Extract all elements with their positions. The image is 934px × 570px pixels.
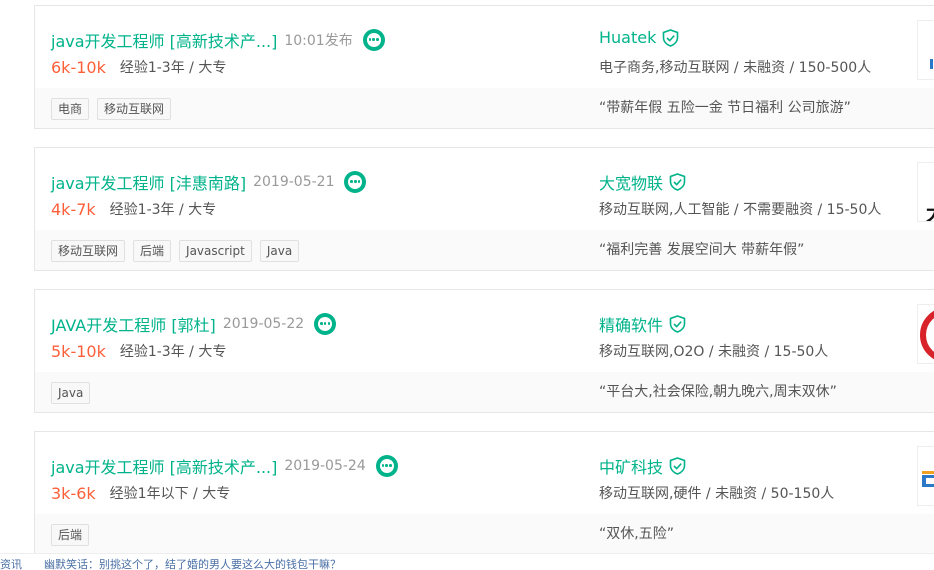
job-requirement: 经验1-3年 / 大专	[119, 344, 227, 360]
job-card[interactable]: JAVA开发工程师 [郭杜] 2019-05-22 5k-10k 经验1-3年 …	[34, 289, 934, 413]
job-requirement: 经验1-3年 / 大专	[119, 60, 227, 76]
job-tag[interactable]: 移动互联网	[51, 240, 126, 262]
salary: 4k-7k	[51, 199, 96, 219]
chat-icon[interactable]	[362, 29, 385, 51]
salary-row: 3k-6k 经验1年以下 / 大专	[51, 483, 230, 503]
job-post-date: 2019-05-24	[284, 458, 366, 474]
job-tags: Java	[51, 382, 91, 404]
company-benefits: “平台大,社会保险,朝九晚六,周末双休”	[599, 384, 837, 400]
job-post-date: 2019-05-22	[222, 316, 305, 332]
verified-shield-icon	[669, 457, 686, 475]
chat-icon[interactable]	[314, 313, 337, 335]
job-card[interactable]: java开发工程师 [高新技术产...] 10:01发布 6k-10k 经验1-…	[34, 5, 934, 129]
news-ticker: 资讯 幽默笑话：别挑这个了，结了婚的男人要这么大的钱包干嘛？	[0, 553, 934, 570]
job-tag[interactable]: 移动互联网	[97, 98, 172, 120]
job-post-date: 10:01发布	[284, 33, 353, 49]
company-benefits: “带薪年假 五险一金 节日福利 公司旅游”	[599, 100, 851, 116]
job-title-row: JAVA开发工程师 [郭杜] 2019-05-22	[51, 312, 337, 336]
salary-row: 6k-10k 经验1-3年 / 大专	[51, 57, 226, 77]
company-info: 移动互联网,O2O / 未融资 / 15-50人	[599, 344, 829, 360]
job-top: java开发工程师 [沣惠南路] 2019-05-21 4k-7k 经验1-3年…	[35, 148, 934, 230]
job-title-link[interactable]: java开发工程师 [高新技术产...]	[51, 28, 277, 52]
job-title-row: java开发工程师 [沣惠南路] 2019-05-21	[51, 170, 367, 194]
ticker-label[interactable]: 资讯	[0, 556, 22, 570]
job-card[interactable]: java开发工程师 [高新技术产...] 2019-05-24 3k-6k 经验…	[34, 431, 934, 555]
job-bottom: Java “平台大,社会保险,朝九晚六,周末双休”	[35, 372, 934, 412]
job-tag[interactable]: 电商	[51, 98, 90, 120]
verified-shield-icon	[663, 28, 679, 47]
ticker-headline-link[interactable]: 幽默笑话：别挑这个了，结了婚的男人要这么大的钱包干嘛？	[44, 556, 341, 570]
company-logo-image	[920, 310, 934, 360]
job-tags: 电商 移动互联网	[51, 98, 172, 120]
chat-icon[interactable]	[375, 455, 398, 477]
job-post-date: 2019-05-21	[253, 174, 335, 190]
company-info: 移动互联网,人工智能 / 不需要融资 / 15-50人	[599, 202, 882, 218]
salary: 6k-10k	[51, 57, 106, 77]
job-top: java开发工程师 [高新技术产...] 10:01发布 6k-10k 经验1-…	[35, 6, 934, 88]
company-name-row: Huatek	[599, 28, 679, 47]
company-logo-text: 大	[926, 197, 934, 221]
company-info: 移动互联网,硬件 / 未融资 / 50-150人	[599, 486, 835, 502]
verified-shield-icon	[669, 173, 686, 191]
job-card[interactable]: java开发工程师 [沣惠南路] 2019-05-21 4k-7k 经验1-3年…	[34, 147, 934, 271]
job-requirement: 经验1年以下 / 大专	[109, 486, 231, 502]
job-title-link[interactable]: java开发工程师 [沣惠南路]	[51, 170, 246, 194]
company-name-link[interactable]: Huatek	[599, 28, 656, 47]
company-name-link[interactable]: 中矿科技	[599, 454, 663, 478]
job-bottom: 后端 “双休,五险”	[35, 514, 934, 554]
company-logo[interactable]	[917, 304, 934, 364]
company-name-link[interactable]: 大宽物联	[599, 170, 663, 194]
company-name-row: 大宽物联	[599, 170, 686, 194]
job-tag[interactable]: Java	[259, 240, 300, 262]
company-logo-image	[922, 471, 934, 487]
salary: 5k-10k	[51, 341, 106, 361]
company-name-link[interactable]: 精确软件	[599, 312, 663, 336]
company-logo[interactable]	[917, 446, 934, 506]
verified-shield-icon	[669, 315, 686, 333]
company-benefits: “双休,五险”	[599, 526, 674, 542]
job-requirement: 经验1-3年 / 大专	[109, 202, 217, 218]
salary-row: 4k-7k 经验1-3年 / 大专	[51, 199, 216, 219]
job-title-row: java开发工程师 [高新技术产...] 10:01发布	[51, 28, 385, 52]
company-name-row: 精确软件	[599, 312, 686, 336]
job-bottom: 移动互联网 后端 Javascript Java “福利完善 发展空间大 带薪年…	[35, 230, 934, 270]
chat-icon[interactable]	[344, 171, 367, 193]
job-top: java开发工程师 [高新技术产...] 2019-05-24 3k-6k 经验…	[35, 432, 934, 514]
job-title-link[interactable]: java开发工程师 [高新技术产...]	[51, 454, 277, 478]
job-tag[interactable]: Javascript	[179, 240, 252, 262]
job-top: JAVA开发工程师 [郭杜] 2019-05-22 5k-10k 经验1-3年 …	[35, 290, 934, 372]
salary-row: 5k-10k 经验1-3年 / 大专	[51, 341, 226, 361]
job-title-link[interactable]: JAVA开发工程师 [郭杜]	[51, 312, 216, 336]
job-tag[interactable]: 后端	[133, 240, 172, 262]
job-tag[interactable]: 后端	[51, 524, 90, 546]
job-tag[interactable]: Java	[51, 382, 91, 404]
company-logo[interactable]	[917, 20, 934, 80]
company-info: 电子商务,移动互联网 / 未融资 / 150-500人	[599, 60, 872, 76]
company-name-row: 中矿科技	[599, 454, 686, 478]
company-logo[interactable]: 大	[917, 162, 934, 222]
job-title-row: java开发工程师 [高新技术产...] 2019-05-24	[51, 454, 398, 478]
salary: 3k-6k	[51, 483, 96, 503]
job-tags: 移动互联网 后端 Javascript Java	[51, 240, 300, 262]
job-tags: 后端	[51, 524, 90, 546]
job-bottom: 电商 移动互联网 “带薪年假 五险一金 节日福利 公司旅游”	[35, 88, 934, 128]
company-benefits: “福利完善 发展空间大 带薪年假”	[599, 242, 805, 258]
company-logo-image	[930, 59, 933, 69]
